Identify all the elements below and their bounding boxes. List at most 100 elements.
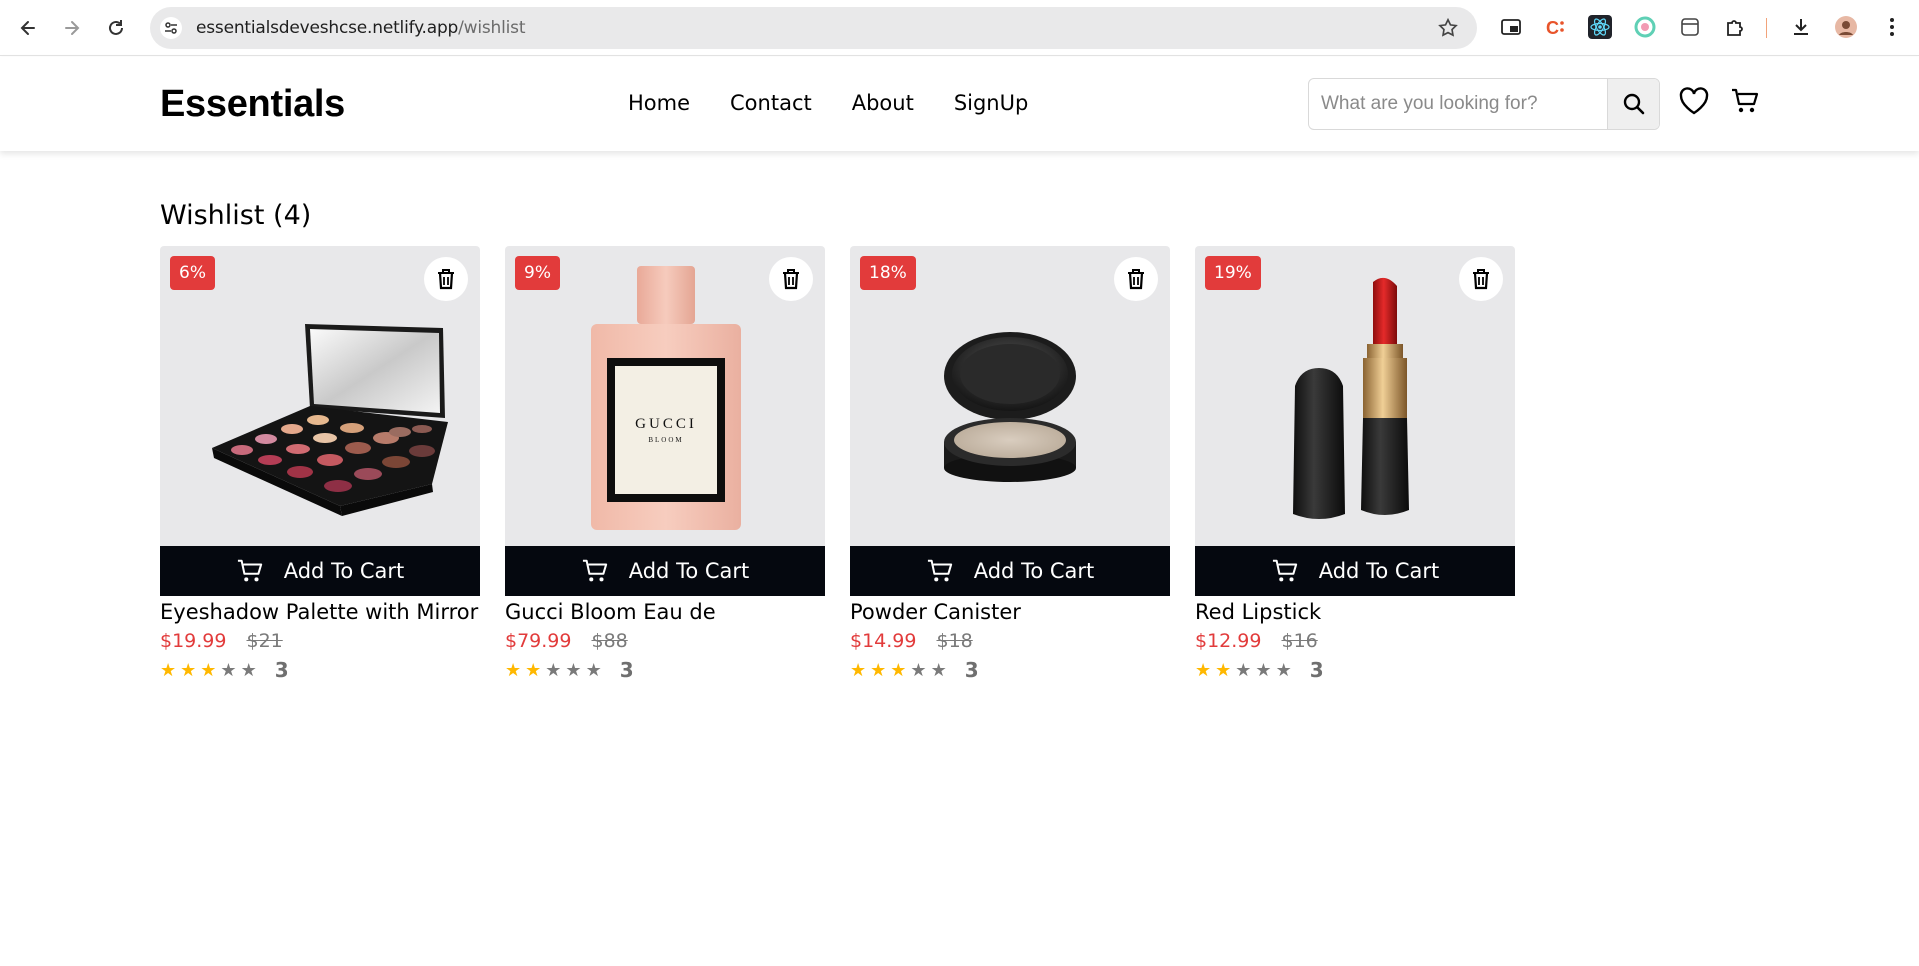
- star-empty-icon: ★: [1255, 659, 1272, 680]
- star-filled-icon: ★: [180, 659, 197, 680]
- nav-about[interactable]: About: [852, 91, 914, 115]
- star-filled-icon: ★: [870, 659, 887, 680]
- profile-avatar-icon[interactable]: [1833, 14, 1859, 40]
- url-host: essentialsdeveshcse.netlify.app: [196, 18, 459, 38]
- site-header: Essentials Home Contact About SignUp: [0, 57, 1919, 151]
- star-filled-icon: ★: [890, 659, 907, 680]
- search-icon: [1623, 93, 1644, 115]
- price-row: $12.99 $16: [1195, 630, 1515, 652]
- price-row: $14.99 $18: [850, 630, 1170, 652]
- discount-badge: 9%: [515, 256, 560, 290]
- cart-icon: [1732, 88, 1759, 113]
- star-empty-icon: ★: [1235, 659, 1252, 680]
- star-empty-icon: ★: [585, 659, 602, 680]
- perfume-brand-text: GUCCI: [635, 416, 697, 432]
- extension-c-icon[interactable]: C: [1542, 14, 1568, 40]
- discount-badge: 19%: [1205, 256, 1261, 290]
- kebab-menu-icon[interactable]: [1879, 14, 1905, 40]
- original-price: $16: [1281, 630, 1318, 652]
- trash-icon: [438, 269, 454, 290]
- add-to-cart-button[interactable]: Add To Cart: [850, 546, 1170, 596]
- rating-row: ★ ★ ★ ★ ★ 3: [850, 658, 1170, 682]
- add-to-cart-button[interactable]: Add To Cart: [1195, 546, 1515, 596]
- remove-button[interactable]: [1459, 257, 1503, 301]
- reload-icon[interactable]: [102, 14, 130, 42]
- wishlist-card: GUCCI BLOOM 9% Add To Cart Gucci Bloom E…: [505, 246, 825, 682]
- original-price: $18: [936, 630, 973, 652]
- rating-count: 3: [619, 658, 634, 682]
- search-button[interactable]: [1607, 79, 1659, 129]
- star-rating: ★ ★ ★ ★ ★: [160, 660, 257, 681]
- star-filled-icon: ★: [850, 659, 867, 680]
- price-row: $19.99 $21: [160, 630, 480, 652]
- wishlist-heart-button[interactable]: [1676, 83, 1712, 119]
- product-name[interactable]: Eyeshadow Palette with Mirror: [160, 600, 480, 624]
- wishlist-heading: Wishlist (4): [160, 200, 311, 231]
- rating-row: ★ ★ ★ ★ ★ 3: [160, 658, 480, 682]
- perfume-sub-text: BLOOM: [648, 436, 683, 444]
- original-price: $88: [591, 630, 628, 652]
- product-media[interactable]: 18%: [850, 246, 1170, 546]
- browser-toolbar: essentialsdeveshcse.netlify.app/wishlist…: [0, 0, 1919, 56]
- star-rating: ★ ★ ★ ★ ★: [1195, 660, 1292, 681]
- remove-button[interactable]: [424, 257, 468, 301]
- cart-button[interactable]: [1727, 83, 1763, 119]
- current-price: $19.99: [160, 630, 227, 652]
- star-empty-icon: ★: [910, 659, 927, 680]
- rating-count: 3: [274, 658, 289, 682]
- star-filled-icon: ★: [200, 659, 217, 680]
- star-filled-icon: ★: [525, 659, 542, 680]
- add-to-cart-button[interactable]: Add To Cart: [505, 546, 825, 596]
- picture-in-picture-icon[interactable]: [1498, 14, 1524, 40]
- rating-row: ★ ★ ★ ★ ★ 3: [505, 658, 825, 682]
- product-name[interactable]: Red Lipstick: [1195, 600, 1515, 624]
- url-text: essentialsdeveshcse.netlify.app/wishlist: [196, 18, 525, 38]
- wishlist-count: (4): [273, 200, 312, 231]
- original-price: $21: [246, 630, 283, 652]
- address-bar[interactable]: essentialsdeveshcse.netlify.app/wishlist: [150, 7, 1477, 49]
- tab-icon[interactable]: [1677, 14, 1703, 40]
- add-to-cart-button[interactable]: Add To Cart: [160, 546, 480, 596]
- nav-signup[interactable]: SignUp: [954, 91, 1029, 115]
- price-row: $79.99 $88: [505, 630, 825, 652]
- wishlist-card: 19% Add To Cart Red Lipstick $12.99 $16 …: [1195, 246, 1515, 682]
- trash-icon: [1128, 269, 1144, 290]
- cart-icon: [1272, 559, 1297, 582]
- remove-button[interactable]: [1114, 257, 1158, 301]
- add-to-cart-label: Add To Cart: [628, 559, 750, 583]
- star-filled-icon: ★: [1195, 659, 1212, 680]
- product-media[interactable]: 19%: [1195, 246, 1515, 546]
- site-logo[interactable]: Essentials: [160, 83, 345, 126]
- site-info-icon[interactable]: [160, 17, 182, 39]
- nav-home[interactable]: Home: [628, 91, 690, 115]
- star-filled-icon: ★: [1215, 659, 1232, 680]
- star-empty-icon: ★: [1275, 659, 1292, 680]
- product-media[interactable]: 6%: [160, 246, 480, 546]
- bookmark-star-icon[interactable]: [1437, 17, 1459, 44]
- puzzle-extensions-icon[interactable]: [1722, 14, 1748, 40]
- product-name[interactable]: Powder Canister: [850, 600, 1170, 624]
- trash-icon: [783, 269, 799, 290]
- wishlist-title-text: Wishlist: [160, 200, 265, 231]
- cart-icon: [927, 559, 952, 582]
- product-media[interactable]: GUCCI BLOOM 9%: [505, 246, 825, 546]
- download-icon[interactable]: [1788, 14, 1814, 40]
- star-filled-icon: ★: [505, 659, 522, 680]
- color-extension-icon[interactable]: [1632, 14, 1658, 40]
- main-nav: Home Contact About SignUp: [628, 91, 1068, 115]
- back-arrow-icon[interactable]: [14, 14, 42, 42]
- search-input[interactable]: [1309, 79, 1609, 129]
- nav-contact[interactable]: Contact: [730, 91, 812, 115]
- star-empty-icon: ★: [240, 659, 257, 680]
- react-devtools-icon[interactable]: [1587, 14, 1613, 40]
- rating-count: 3: [1309, 658, 1324, 682]
- search-box: [1308, 78, 1660, 130]
- toolbar-divider: [1766, 18, 1767, 38]
- wishlist-card: 6% Add To Cart Eyeshadow Palette with Mi…: [160, 246, 480, 682]
- star-rating: ★ ★ ★ ★ ★: [505, 660, 602, 681]
- star-empty-icon: ★: [545, 659, 562, 680]
- remove-button[interactable]: [769, 257, 813, 301]
- forward-arrow-icon[interactable]: [58, 14, 86, 42]
- product-name[interactable]: Gucci Bloom Eau de: [505, 600, 825, 624]
- star-rating: ★ ★ ★ ★ ★: [850, 660, 947, 681]
